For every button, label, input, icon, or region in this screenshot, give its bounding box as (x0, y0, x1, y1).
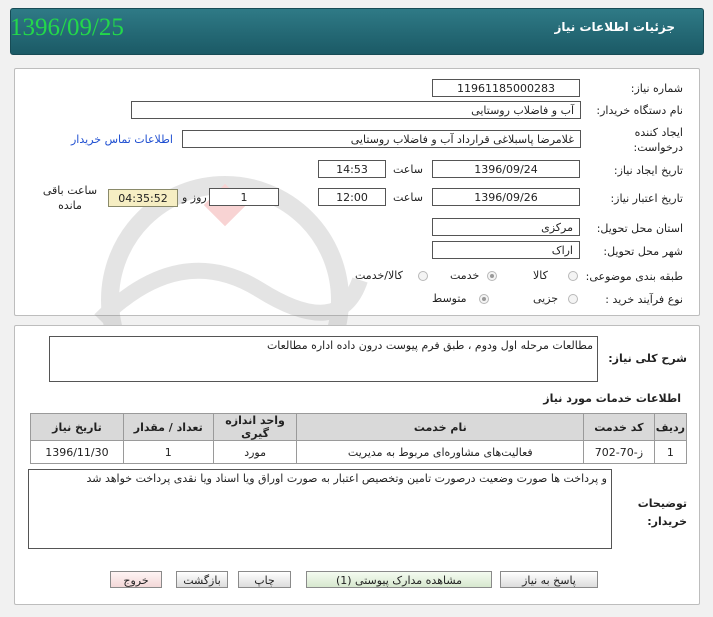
table-row: 1 ز-70-702 فعالیت‌های مشاوره‌ای مربوط به… (30, 440, 688, 464)
col-service-code: کد خدمت (583, 413, 655, 441)
services-table: ردیف کد خدمت نام خدمت واحد اندازه گیری ت… (30, 413, 688, 464)
header: جزئیات اطلاعات نیاز 1396/09/25 (0, 0, 713, 60)
col-need-date: تاریخ نیاز (30, 413, 124, 441)
page-title: جزئیات اطلاعات نیاز (554, 20, 675, 34)
created-time-label: ساعت (393, 163, 423, 176)
category-goods-radio[interactable] (568, 271, 578, 281)
col-quantity: تعداد / مقدار (122, 413, 214, 441)
need-description-box: مطالعات مرحله اول ودوم ، طبق فرم پیوست د… (49, 336, 598, 382)
cell-row: 1 (653, 440, 688, 464)
province-label: استان محل تحویل: (596, 222, 683, 235)
category-goods-label: کالا (533, 269, 548, 282)
need-number-field: 11961185000283 (432, 79, 580, 97)
requester-field: غلامرضا پاسبلاغی قرارداد آب و فاضلاب روس… (182, 130, 581, 148)
validity-time-label: ساعت (393, 191, 423, 204)
buyer-org-label: نام دستگاه خریدار: (596, 104, 683, 117)
validity-date-label: تاریخ اعتبار نیاز: (610, 192, 683, 205)
process-medium-label: متوسط (432, 292, 467, 305)
col-service-name: نام خدمت (296, 413, 585, 441)
need-description-label: شرح کلی نیاز: (608, 352, 687, 365)
days-label: روز و (182, 191, 207, 204)
need-number-label: شماره نیاز: (630, 82, 683, 95)
created-date-field: 1396/09/24 (432, 160, 580, 178)
remaining-time-label: ساعت باقی مانده (42, 184, 98, 212)
header-date: 1396/09/25 (10, 14, 124, 41)
requester-label: ایجاد کننده درخواست: (633, 126, 683, 154)
remaining-time-field: 04:35:52 (108, 189, 178, 207)
cell-service-name: فعالیت‌های مشاوره‌ای مربوط به مدیریت (296, 440, 585, 464)
process-partial-radio[interactable] (568, 294, 578, 304)
validity-time-field: 12:00 (318, 188, 386, 206)
remaining-days-field: 1 (209, 188, 279, 206)
category-service-label: خدمت (450, 269, 480, 282)
back-button[interactable]: بازگشت (176, 571, 228, 588)
process-medium-radio[interactable] (479, 294, 489, 304)
cell-unit: مورد (212, 440, 298, 464)
category-both-label: کالا/خدمت (355, 269, 403, 282)
buyer-contact-link[interactable]: اطلاعات تماس خریدار (71, 133, 173, 146)
city-field: اراک (432, 241, 580, 259)
buyer-notes-box: و پرداخت ها صورت وضعیت درصورت تامین وتخص… (28, 469, 612, 549)
view-attachments-button[interactable]: مشاهده مدارک پیوستی (1) (306, 571, 492, 588)
category-service-radio[interactable] (487, 271, 497, 281)
process-type-label: نوع فرآیند خرید : (605, 293, 683, 306)
buyer-org-field: آب و فاضلاب روستایی (131, 101, 581, 119)
category-both-radio[interactable] (418, 271, 428, 281)
category-label: طبقه بندی موضوعی: (585, 270, 683, 283)
reply-button[interactable]: پاسخ به نیاز (500, 571, 598, 588)
exit-button[interactable]: خروج (110, 571, 162, 588)
services-section-title: اطلاعات خدمات مورد نیاز (543, 392, 681, 405)
cell-need-date: 1396/11/30 (30, 440, 124, 464)
validity-date-field: 1396/09/26 (432, 188, 580, 206)
col-row: ردیف (653, 413, 688, 441)
cell-service-code: ز-70-702 (583, 440, 655, 464)
created-date-label: تاریخ ایجاد نیاز: (613, 164, 683, 177)
process-partial-label: جزیی (533, 292, 559, 305)
created-time-field: 14:53 (318, 160, 386, 178)
city-label: شهر محل تحویل: (603, 245, 683, 258)
print-button[interactable]: چاپ (238, 571, 291, 588)
buyer-notes-label: توضیحات خریدار: (637, 497, 687, 528)
col-unit: واحد اندازه گیری (212, 413, 298, 441)
cell-quantity: 1 (122, 440, 214, 464)
province-field: مرکزی (432, 218, 580, 236)
